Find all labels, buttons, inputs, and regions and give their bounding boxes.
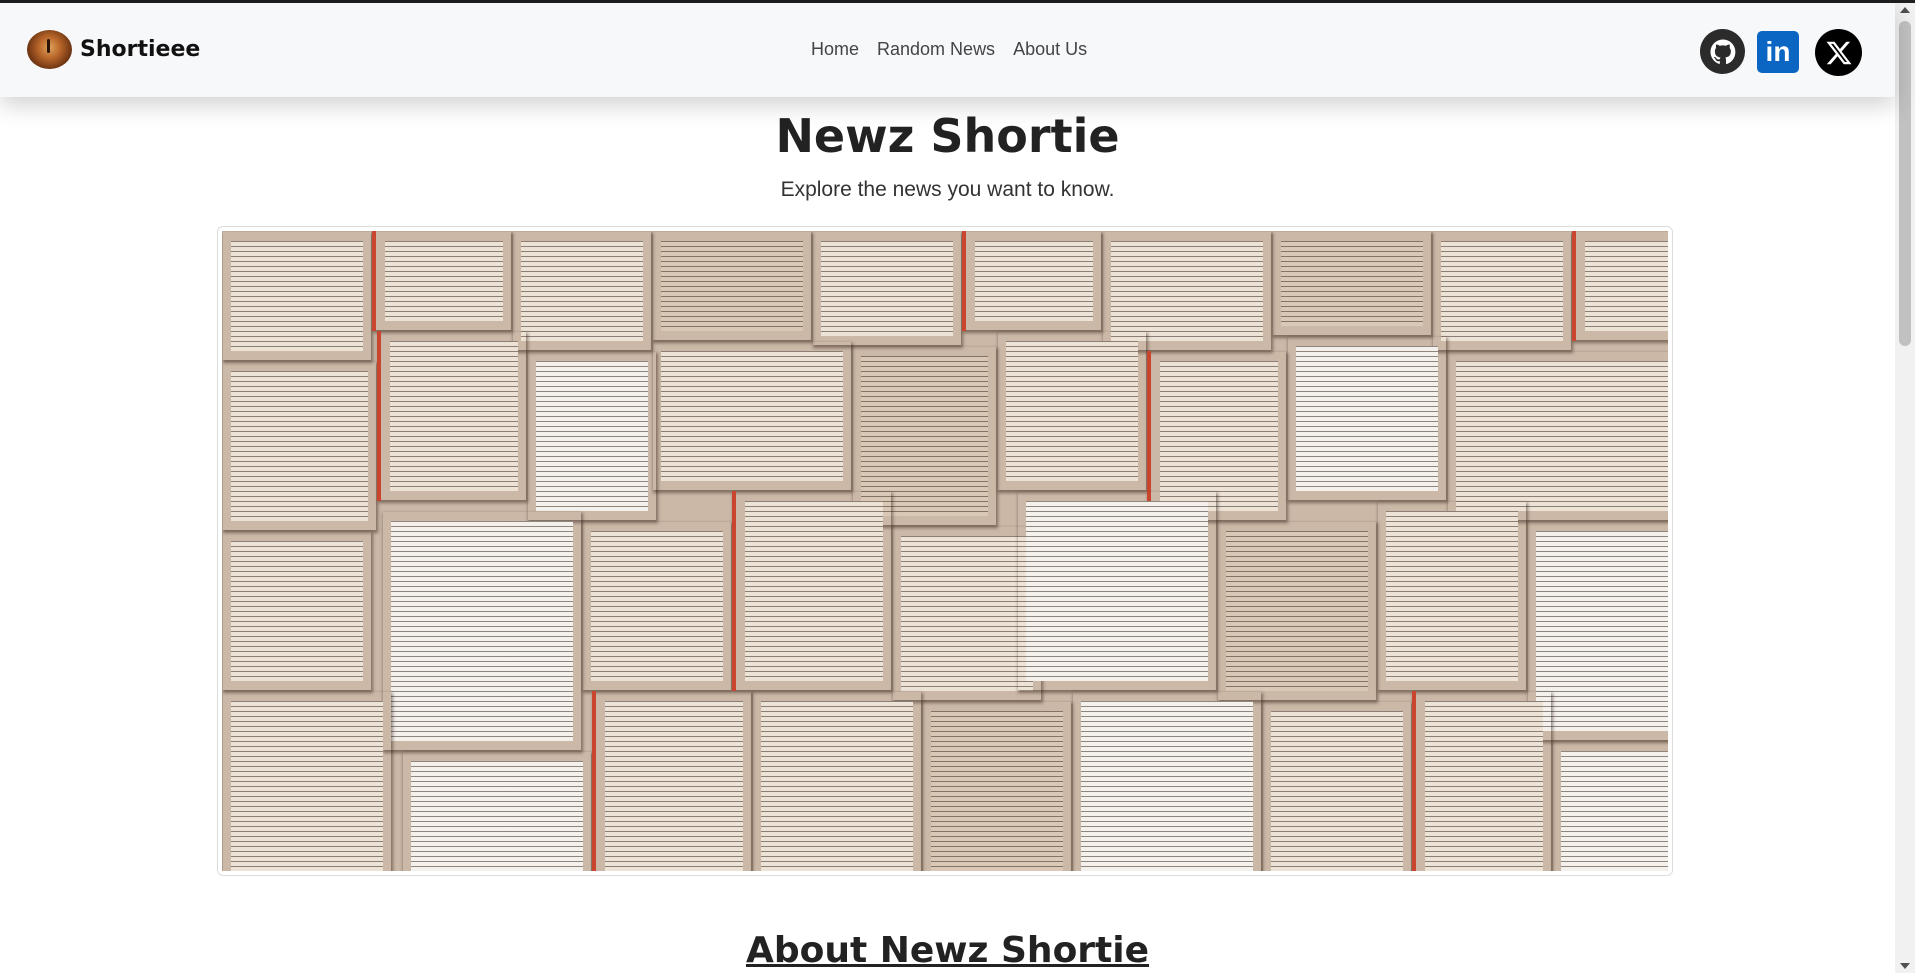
open-book-page	[922, 701, 1072, 871]
open-book-page	[1262, 701, 1412, 871]
top-navbar: Shortieee Home Random News About Us in	[0, 3, 1895, 97]
linkedin-link[interactable]: in	[1757, 31, 1799, 73]
open-book-page	[652, 231, 812, 341]
open-book-page	[1447, 351, 1668, 521]
open-book-page	[222, 531, 372, 691]
fire-lamp-logo-icon	[27, 30, 72, 69]
open-book-page	[1072, 691, 1262, 871]
open-book-page	[372, 231, 512, 331]
page-title: Newz Shortie	[775, 109, 1120, 163]
open-book-page	[402, 751, 592, 871]
open-book-page	[652, 341, 852, 491]
brand-name: Shortieee	[80, 37, 201, 62]
nav-random-news-link[interactable]: Random News	[877, 39, 995, 60]
open-book-page	[1017, 491, 1217, 691]
open-book-page	[222, 691, 392, 871]
scroll-up-arrow-icon[interactable]	[1900, 7, 1910, 13]
open-book-page	[962, 231, 1102, 331]
open-book-page	[1377, 501, 1527, 691]
nav-home-link[interactable]: Home	[811, 39, 859, 60]
scrollbar-thumb[interactable]	[1899, 21, 1911, 346]
open-book-page	[377, 331, 527, 501]
github-icon	[1710, 39, 1735, 64]
open-book-page	[1432, 231, 1572, 351]
open-book-page	[1412, 691, 1552, 871]
open-book-page	[812, 231, 962, 346]
linkedin-icon: in	[1765, 36, 1791, 67]
open-book-page	[1287, 336, 1447, 501]
open-book-page	[1272, 231, 1432, 336]
about-section-heading: About Newz Shortie	[745, 930, 1150, 971]
github-link[interactable]	[1700, 29, 1745, 74]
open-book-page	[997, 331, 1147, 491]
hero-image-frame	[217, 226, 1673, 876]
open-book-page	[512, 231, 652, 351]
open-book-page	[1217, 521, 1377, 701]
open-books-collage-image	[222, 231, 1668, 871]
open-book-page	[592, 691, 752, 871]
page-scrollbar[interactable]	[1895, 3, 1915, 973]
nav-about-us-link[interactable]: About Us	[1013, 39, 1087, 60]
open-book-page	[732, 491, 892, 691]
open-book-page	[582, 521, 732, 691]
open-book-page	[752, 691, 922, 871]
brand[interactable]: Shortieee	[27, 30, 200, 69]
scroll-down-arrow-icon[interactable]	[1900, 963, 1910, 969]
nav-links: Home Random News About Us	[811, 39, 1087, 60]
open-book-page	[382, 511, 582, 751]
open-book-page	[1572, 231, 1668, 341]
x-twitter-icon	[1826, 41, 1851, 64]
x-twitter-link[interactable]	[1815, 29, 1862, 76]
open-book-page	[222, 361, 377, 531]
page-subtitle: Explore the news you want to know.	[780, 178, 1115, 201]
open-book-page	[1552, 741, 1668, 871]
open-book-page	[527, 351, 657, 521]
open-book-page	[222, 231, 372, 361]
